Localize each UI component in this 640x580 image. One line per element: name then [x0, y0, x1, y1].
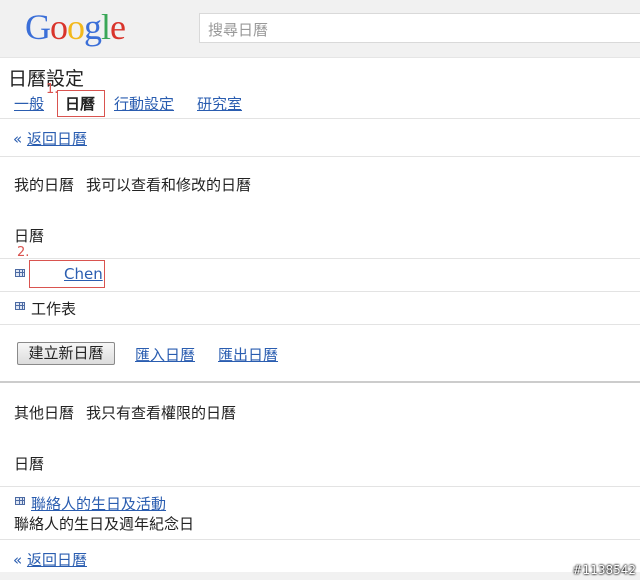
- my-calendars-column-header: 日曆: [14, 227, 45, 245]
- double-left-arrow-icon: «: [13, 551, 23, 569]
- section-description: 我可以查看和修改的日曆: [86, 176, 252, 194]
- divider: [0, 258, 640, 259]
- section-title: 我的日曆: [14, 176, 75, 194]
- section-description: 我只有查看權限的日曆: [86, 404, 237, 422]
- divider: [0, 324, 640, 325]
- double-left-arrow-icon: «: [13, 130, 23, 148]
- tab-general[interactable]: 一般: [14, 92, 44, 116]
- divider: [0, 118, 640, 119]
- search-input[interactable]: 搜尋日曆: [199, 13, 640, 43]
- calendar-link-contacts-birthdays[interactable]: 聯絡人的生日及活動: [31, 493, 166, 514]
- calendar-item-worksheet[interactable]: 工作表: [31, 298, 76, 319]
- create-calendar-button[interactable]: 建立新日曆: [17, 342, 115, 365]
- export-calendar-link[interactable]: 匯出日曆: [218, 344, 278, 365]
- top-bar: Google 搜尋日曆: [0, 0, 640, 58]
- back-to-calendar-link-top[interactable]: « 返回日曆: [13, 128, 87, 149]
- calendar-link-chen[interactable]: Chen: [64, 265, 103, 283]
- divider: [0, 291, 640, 292]
- other-calendars-column-header: 日曆: [14, 455, 45, 473]
- divider: [0, 156, 640, 157]
- calendar-grid-icon: [15, 269, 25, 277]
- tab-calendars[interactable]: 日曆: [65, 92, 95, 116]
- tab-mobile-setup[interactable]: 行動設定: [114, 92, 174, 116]
- section-divider: [0, 381, 640, 383]
- back-to-calendar-link-bottom[interactable]: « 返回日曆: [13, 549, 87, 570]
- calendar-item-description: 聯絡人的生日及週年紀念日: [14, 515, 195, 533]
- watermark-id: #1138542: [572, 563, 637, 577]
- divider: [0, 486, 640, 487]
- bottom-bar: [0, 572, 640, 580]
- section-title: 其他日曆: [14, 404, 75, 422]
- calendar-grid-icon: [15, 497, 25, 505]
- my-calendars-heading: 我的日曆 我可以查看和修改的日曆: [14, 174, 251, 195]
- tab-labs[interactable]: 研究室: [197, 92, 242, 116]
- other-calendars-heading: 其他日曆 我只有查看權限的日曆: [14, 402, 236, 423]
- divider: [0, 539, 640, 540]
- google-logo[interactable]: Google: [25, 6, 126, 48]
- import-calendar-link[interactable]: 匯入日曆: [135, 344, 195, 365]
- calendar-grid-icon: [15, 302, 25, 310]
